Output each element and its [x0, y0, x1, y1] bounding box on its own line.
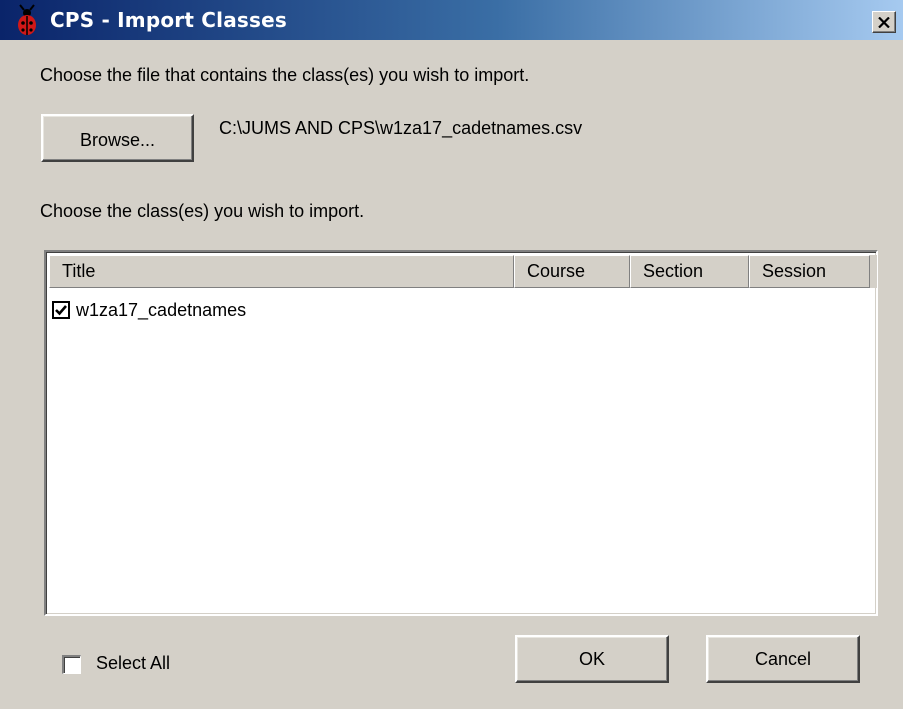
window-title: CPS - Import Classes: [50, 8, 287, 32]
column-header-section[interactable]: Section: [630, 255, 749, 288]
list-item-title: w1za17_cadetnames: [76, 299, 247, 320]
class-prompt-label: Choose the class(es) you wish to import.: [40, 201, 365, 221]
file-prompt-label: Choose the file that contains the class(…: [40, 65, 530, 85]
column-header-course[interactable]: Course: [514, 255, 630, 288]
class-list-view[interactable]: Title Course Section Session w1za17_cade…: [44, 250, 878, 616]
title-bar[interactable]: CPS - Import Classes: [0, 0, 903, 40]
browse-button-label: Browse...: [79, 129, 156, 150]
checkmark-icon: [55, 305, 67, 316]
close-button[interactable]: [872, 11, 896, 33]
close-icon: [878, 16, 890, 28]
select-all-label[interactable]: Select All: [96, 653, 170, 674]
browse-button[interactable]: Browse...: [41, 114, 194, 162]
row-checkbox[interactable]: [52, 301, 70, 319]
column-header-title[interactable]: Title: [49, 255, 514, 288]
list-item[interactable]: w1za17_cadetnames: [52, 296, 552, 324]
column-header-session[interactable]: Session: [749, 255, 870, 288]
list-header: Title Course Section Session: [49, 255, 877, 288]
cancel-button-label: Cancel: [754, 648, 812, 669]
ok-button[interactable]: OK: [515, 635, 669, 683]
ok-button-label: OK: [578, 648, 605, 669]
file-path-text: C:\JUMS AND CPS\w1za17_cadetnames.csv: [219, 118, 583, 138]
select-all-checkbox[interactable]: [62, 655, 81, 674]
cancel-button[interactable]: Cancel: [706, 635, 860, 683]
ladybug-app-icon: [14, 4, 42, 36]
import-classes-dialog: CPS - Import Classes Choose the file tha…: [0, 0, 903, 709]
